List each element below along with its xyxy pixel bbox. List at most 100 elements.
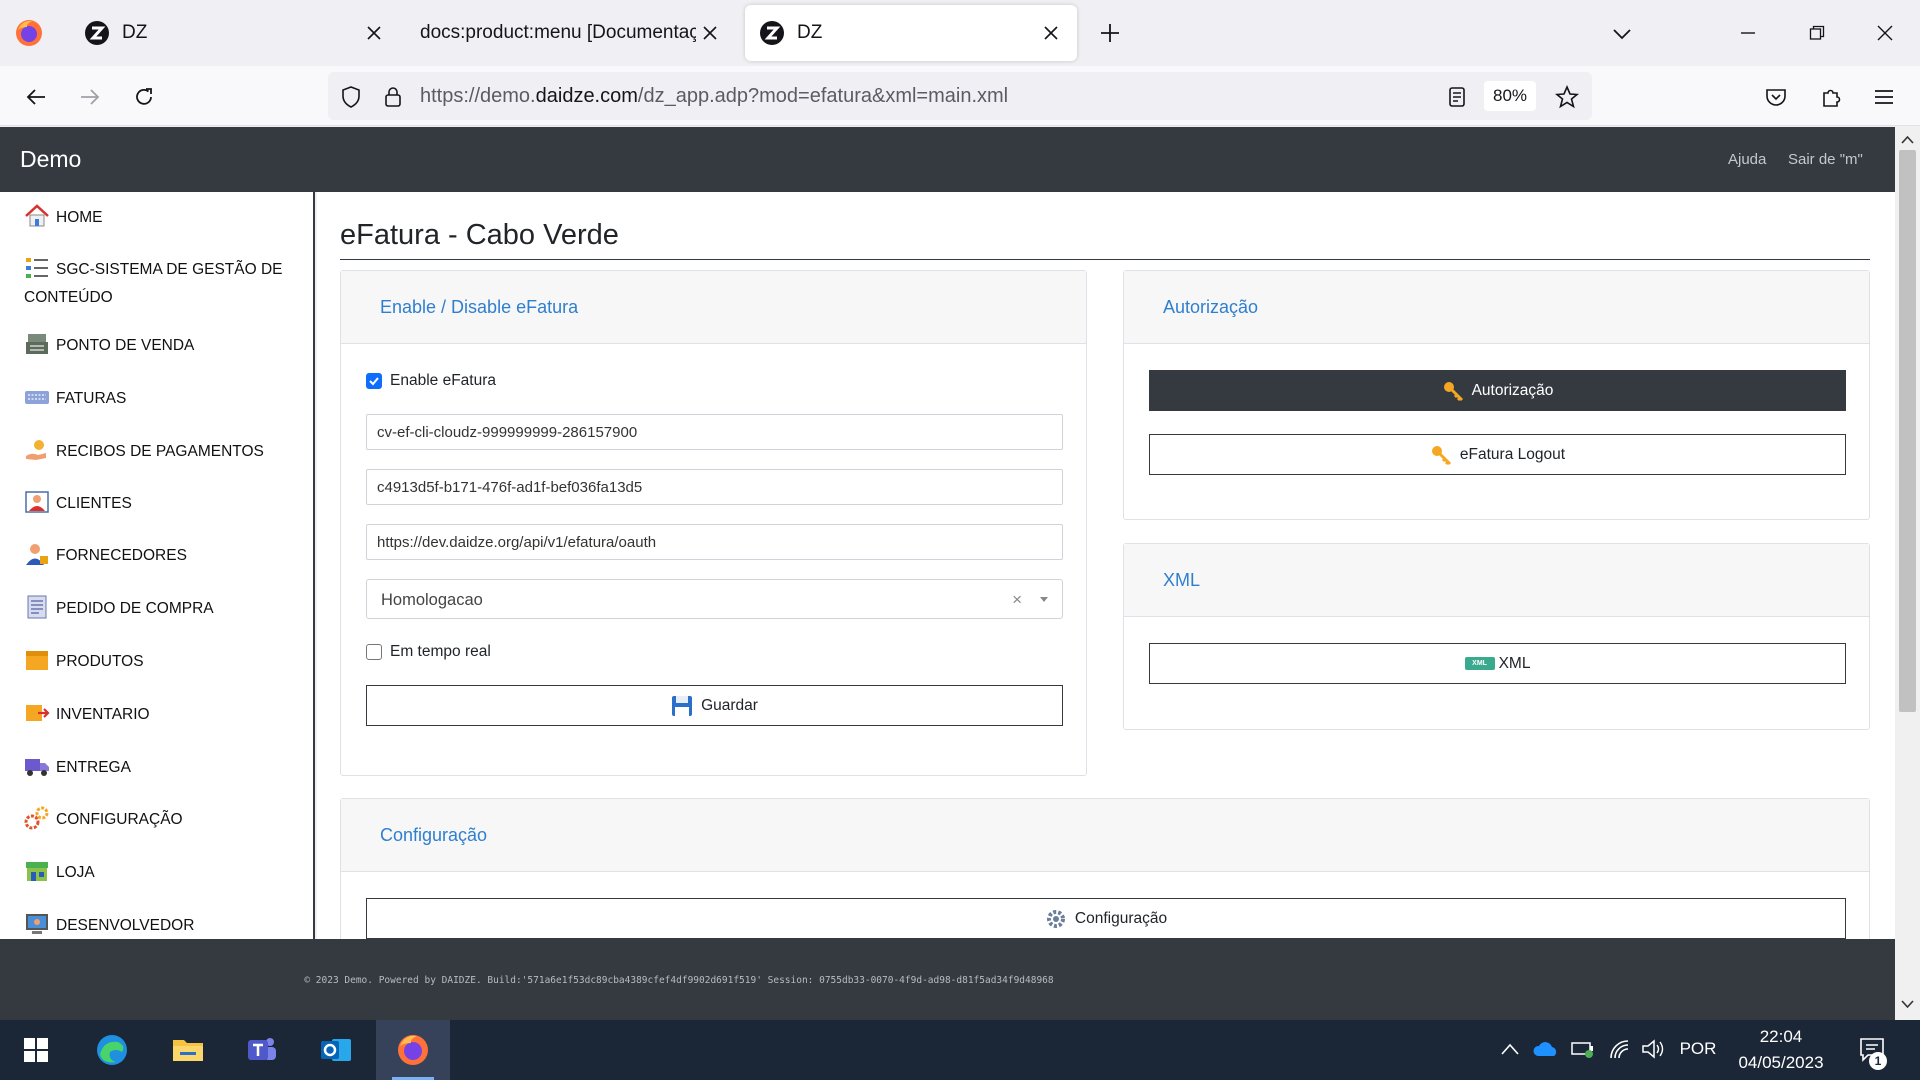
close-tab-icon[interactable] xyxy=(696,19,724,47)
dz-favicon-icon xyxy=(85,21,109,45)
browser-tab-2[interactable]: docs:product:menu [Documentação xyxy=(406,5,736,61)
client-secret-input[interactable] xyxy=(366,469,1063,505)
scrollbar-thumb[interactable] xyxy=(1899,150,1916,712)
brand-title[interactable]: Demo xyxy=(20,127,81,192)
gears-icon xyxy=(24,806,49,830)
outlook-icon[interactable] xyxy=(318,1032,354,1068)
xml-button[interactable]: XML XML xyxy=(1149,643,1846,684)
enable-efatura-checkbox-row[interactable]: Enable eFatura xyxy=(366,372,496,390)
url-domain: daidze.com xyxy=(535,85,638,107)
efatura-logout-button[interactable]: eFatura Logout xyxy=(1149,434,1846,475)
sidebar-item-sgc[interactable]: SGC-SISTEMA DE GESTÃO DE CONTEÚDO xyxy=(24,256,294,312)
edge-browser-icon[interactable] xyxy=(94,1032,130,1068)
sidebar-item-home[interactable]: HOME xyxy=(24,204,294,232)
page-title: eFatura - Cabo Verde xyxy=(340,219,619,251)
chevron-down-icon[interactable] xyxy=(1610,22,1634,46)
logout-link[interactable]: Sair de "m" xyxy=(1788,127,1863,192)
browser-tab-1[interactable]: DZ xyxy=(70,5,400,61)
enable-efatura-checkbox[interactable] xyxy=(366,373,382,389)
sidebar-item-produtos[interactable]: PRODUTOS xyxy=(24,648,294,676)
realtime-checkbox[interactable] xyxy=(366,644,382,660)
sidebar-item-recibos[interactable]: RECIBOS DE PAGAMENTOS xyxy=(24,438,294,466)
reload-button[interactable] xyxy=(129,82,159,112)
efatura-logout-label: eFatura Logout xyxy=(1459,445,1566,463)
browser-tab-3-active[interactable]: DZ xyxy=(745,5,1077,61)
close-window-button[interactable] xyxy=(1870,18,1900,48)
file-explorer-icon[interactable] xyxy=(170,1032,206,1068)
xml-button-label: XML xyxy=(1498,654,1531,672)
sidebar-item-label: DESENVOLVEDOR xyxy=(56,917,195,934)
sidebar-item-entrega[interactable]: ENTREGA xyxy=(24,754,294,782)
sidebar-item-faturas[interactable]: FATURAS xyxy=(24,385,294,413)
sidebar-item-clientes[interactable]: CLIENTES xyxy=(24,490,294,518)
main-content: eFatura - Cabo Verde Enable / Disable eF… xyxy=(317,192,1895,939)
back-button[interactable] xyxy=(21,82,51,112)
scroll-up-arrow-icon[interactable] xyxy=(1901,135,1914,145)
checkmark-icon xyxy=(369,377,379,386)
sidebar-item-label: FATURAS xyxy=(56,390,127,407)
configuration-button[interactable]: Configuração xyxy=(366,898,1846,939)
zoom-level-button[interactable]: 80% xyxy=(1484,81,1536,111)
developer-icon xyxy=(26,913,48,934)
clock-date[interactable]: 04/05/2023 xyxy=(1730,1053,1832,1073)
extensions-button[interactable] xyxy=(1816,82,1846,112)
sidebar-item-inventario[interactable]: INVENTARIO xyxy=(24,701,294,729)
sidebar-item-label: CONFIGURAÇÃO xyxy=(56,811,183,828)
url-text[interactable]: https://demo.daidze.com/dz_app.adp?mod=e… xyxy=(420,72,1008,120)
new-tab-icon[interactable] xyxy=(1096,19,1124,47)
truck-icon xyxy=(25,758,49,776)
lock-icon[interactable] xyxy=(380,84,406,110)
volume-icon[interactable] xyxy=(1640,1038,1666,1060)
close-tab-icon[interactable] xyxy=(1037,19,1065,47)
client-id-input[interactable] xyxy=(366,414,1063,450)
environment-select[interactable]: Homologacao × xyxy=(366,579,1063,619)
minimize-window-button[interactable] xyxy=(1733,18,1763,48)
chevron-up-icon[interactable] xyxy=(1500,1042,1520,1056)
configuration-button-label: Configuração xyxy=(1074,909,1168,927)
realtime-checkbox-row[interactable]: Em tempo real xyxy=(366,643,491,661)
forward-button[interactable] xyxy=(75,82,105,112)
scroll-down-arrow-icon[interactable] xyxy=(1901,999,1914,1009)
sidebar-item-loja[interactable]: LOJA xyxy=(24,859,294,887)
sidebar-item-desenvolvedor[interactable]: DESENVOLVEDOR xyxy=(24,912,294,939)
clock-time[interactable]: 22:04 xyxy=(1730,1027,1832,1047)
help-link[interactable]: Ajuda xyxy=(1728,127,1766,192)
reload-icon xyxy=(136,88,152,105)
pocket-button[interactable] xyxy=(1761,82,1791,112)
save-button[interactable]: Guardar xyxy=(366,685,1063,726)
supplier-icon xyxy=(26,543,48,565)
url-bar[interactable]: https://demo.daidze.com/dz_app.adp?mod=e… xyxy=(328,72,1592,120)
wifi-icon[interactable] xyxy=(1608,1038,1632,1060)
browser-tab-bar: DZ docs:product:menu [Documentação DZ xyxy=(0,0,1920,66)
card-header: XML xyxy=(1124,544,1869,617)
oauth-url-input[interactable] xyxy=(366,524,1063,560)
sidebar-item-configuracao[interactable]: CONFIGURAÇÃO xyxy=(24,806,294,834)
bookmark-star-icon[interactable] xyxy=(1554,84,1580,110)
windows-start-icon[interactable] xyxy=(18,1032,54,1068)
shield-icon[interactable] xyxy=(338,84,364,110)
sidebar-item-fornecedores[interactable]: FORNECEDORES xyxy=(24,542,294,570)
authorization-button-label: Autorização xyxy=(1471,381,1554,399)
sidebar-item-pedido-de-compra[interactable]: PEDIDO DE COMPRA xyxy=(24,595,294,623)
firefox-taskbar-icon[interactable] xyxy=(395,1032,431,1068)
input-language-indicator[interactable]: POR xyxy=(1678,1039,1718,1059)
pocket-icon xyxy=(1766,89,1786,106)
firefox-menu-icon[interactable] xyxy=(14,18,44,48)
reader-view-icon[interactable] xyxy=(1444,84,1470,110)
restore-window-button[interactable] xyxy=(1802,18,1832,48)
app-header: Demo Ajuda Sair de "m" xyxy=(0,127,1895,192)
inventory-icon xyxy=(26,704,50,721)
dropdown-arrow-icon[interactable] xyxy=(1040,597,1048,602)
clear-selection-icon[interactable]: × xyxy=(1012,580,1022,620)
teams-icon[interactable] xyxy=(244,1032,280,1068)
list-icon xyxy=(26,257,48,278)
environment-selected-value: Homologacao xyxy=(381,591,483,609)
battery-plug-icon[interactable] xyxy=(1570,1038,1596,1060)
onedrive-cloud-icon[interactable] xyxy=(1532,1038,1560,1060)
app-menu-button[interactable] xyxy=(1869,82,1899,112)
sidebar-item-ponto-de-venda[interactable]: PONTO DE VENDA xyxy=(24,332,294,360)
close-tab-icon[interactable] xyxy=(360,19,388,47)
sidebar-item-label: RECIBOS DE PAGAMENTOS xyxy=(56,443,264,460)
authorization-button[interactable]: Autorização xyxy=(1149,370,1846,411)
key-icon xyxy=(1431,445,1451,465)
